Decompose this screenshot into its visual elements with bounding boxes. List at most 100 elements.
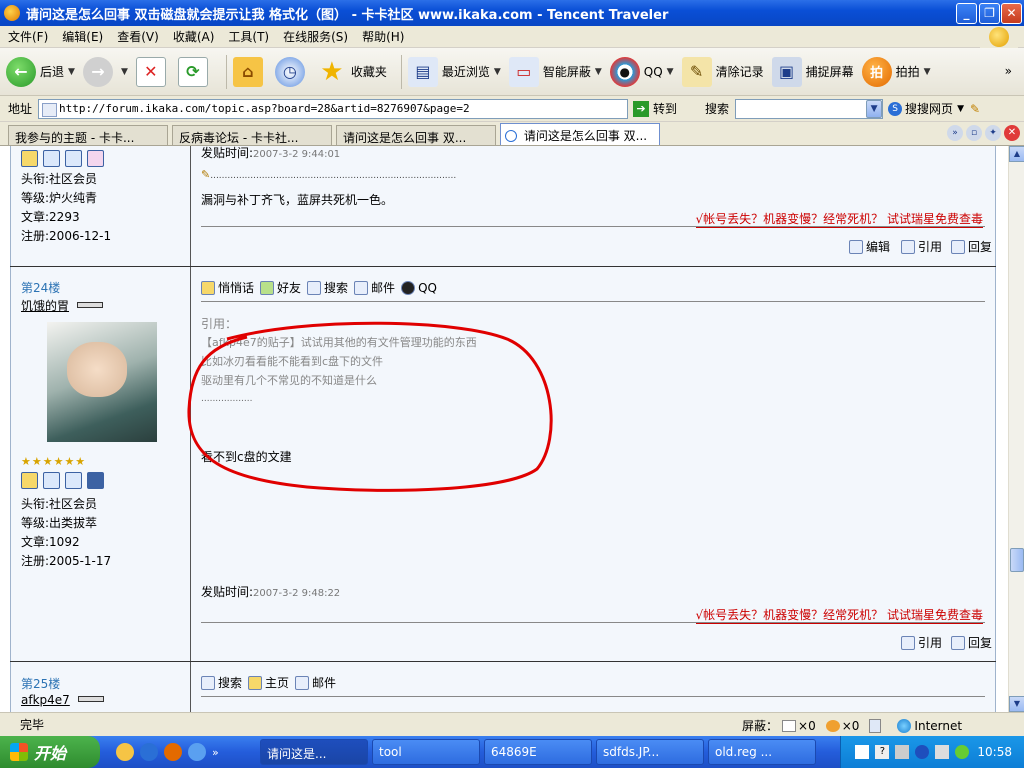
qq-dropdown-icon[interactable]: ▼ [667, 67, 674, 77]
back-button[interactable]: ← 后退 ▼ [6, 56, 75, 87]
close-button[interactable]: ✕ [1001, 3, 1022, 24]
forward-dropdown-icon[interactable]: ▼ [121, 67, 128, 77]
qq-button[interactable]: ● QQ ▼ [609, 56, 674, 87]
menu-edit[interactable]: 编辑(E) [62, 28, 103, 45]
post-author-column: 第24楼 饥饿的胃 ★★★★★★ 头衔:社区会员 等级:出类拔萃 文章:1092… [11, 267, 191, 661]
zodiac-crab-icon [65, 150, 82, 167]
media-player-icon[interactable] [164, 743, 182, 761]
menu-online-service[interactable]: 在线服务(S) [283, 28, 348, 45]
tab-antivirus-forum[interactable]: 反病毒论坛 - 卡卡社... [172, 125, 332, 145]
homepage-button[interactable]: 主页 [248, 674, 289, 691]
tab-pin-icon[interactable]: ✦ [985, 125, 1001, 141]
history-button[interactable]: ◷ [274, 56, 309, 87]
security-zone-label: Internet [914, 718, 963, 733]
tray-display-icon[interactable] [935, 745, 950, 759]
blocked-popup-icon[interactable] [782, 719, 797, 732]
private-message-button[interactable]: 悄悄话 [201, 279, 254, 296]
quick-launch-overflow-icon[interactable]: » [212, 746, 219, 759]
tab-restore-icon[interactable]: ▫ [966, 125, 982, 141]
task-old-reg[interactable]: old.reg ... [708, 739, 816, 765]
edit-post-button[interactable]: 编辑 [849, 238, 890, 255]
email-user-button[interactable]: 邮件 [295, 674, 336, 691]
search-dropdown-icon[interactable]: ▼ [866, 99, 883, 118]
user-register-date: 注册:2005-1-17 [21, 554, 112, 568]
task-64869e[interactable]: 64869E [484, 739, 592, 765]
back-dropdown-icon[interactable]: ▼ [68, 67, 75, 77]
page-content: 头衔:社区会员 等级:炉火纯青 文章:2293 注册:2006-12-1 发贴时… [0, 146, 1008, 712]
menu-view[interactable]: 查看(V) [117, 28, 159, 45]
page-scrollbar[interactable]: ▲ ▼ [1008, 146, 1024, 712]
home-button[interactable]: ⌂ [232, 56, 267, 87]
address-input[interactable]: http://forum.ikaka.com/topic.asp?board=2… [38, 98, 629, 119]
user-avatar [47, 322, 157, 442]
tray-back-icon[interactable] [915, 745, 930, 759]
search-web-dropdown-icon[interactable]: ▼ [957, 104, 964, 114]
go-button[interactable]: 转到 [653, 100, 677, 117]
tt-browser-icon[interactable] [116, 743, 134, 761]
recent-browse-button[interactable]: ▤ 最近浏览 ▼ [407, 56, 501, 87]
forward-button[interactable]: → ▼ [82, 56, 128, 87]
tab-question-active[interactable]: 请问这是怎么回事 双... [500, 123, 660, 145]
tab-close-icon[interactable]: ✕ [1004, 125, 1020, 141]
status-right-group: 屏蔽： ×0 ×0 Internet [742, 717, 962, 734]
menu-tools[interactable]: 工具(T) [228, 28, 269, 45]
minimize-button[interactable]: _ [956, 3, 977, 24]
reply-label: 回复 [968, 240, 993, 254]
qq-user-button[interactable]: QQ [401, 280, 437, 295]
ie-icon[interactable] [140, 743, 158, 761]
reply-post-button[interactable]: 回复 [951, 238, 992, 255]
scroll-down-icon[interactable]: ▼ [1009, 696, 1024, 712]
friend-icon [260, 280, 275, 295]
reply-post-button[interactable]: 回复 [951, 634, 992, 651]
task-tool-folder[interactable]: tool [372, 739, 480, 765]
floor-number: 第24楼 [21, 281, 61, 295]
menu-favorites[interactable]: 收藏(A) [173, 28, 215, 45]
menu-bar: 文件(F) 编辑(E) 查看(V) 收藏(A) 工具(T) 在线服务(S) 帮助… [0, 26, 1024, 48]
capture-screen-button[interactable]: ▣ 捕捉屏幕 [771, 56, 854, 87]
reply-icon [951, 635, 965, 650]
menu-file[interactable]: 文件(F) [8, 28, 48, 45]
scroll-up-icon[interactable]: ▲ [1009, 146, 1024, 162]
clear-history-button[interactable]: ✎ 清除记录 [681, 56, 764, 87]
tray-network-icon[interactable] [895, 745, 910, 759]
task-browser[interactable]: 请问这是... [260, 739, 368, 765]
username-link[interactable]: 饥饿的胃 [21, 299, 69, 313]
username-link[interactable]: afkp4e7 [21, 693, 70, 707]
email-user-button[interactable]: 邮件 [354, 279, 395, 296]
quote-post-button[interactable]: 引用 [901, 238, 942, 255]
stop-button[interactable]: ✕ [135, 56, 170, 87]
search-web-button[interactable]: 搜搜网页 [905, 100, 953, 117]
page-info-icon[interactable] [869, 718, 882, 733]
search-user-button[interactable]: 搜索 [201, 674, 242, 691]
toolbar-overflow-button[interactable]: » [1005, 64, 1012, 78]
search-user-button[interactable]: 搜索 [307, 279, 348, 296]
tray-help-icon[interactable]: ? [875, 745, 890, 759]
blocked-ad-icon[interactable] [825, 719, 840, 732]
signature-text: 漏洞与补丁齐飞，蓝屏共死机一色。 [201, 193, 394, 207]
recent-dropdown-icon[interactable]: ▼ [494, 67, 501, 77]
restore-button[interactable]: ❐ [979, 3, 1000, 24]
tab-question-1[interactable]: 请问这是怎么回事 双... [336, 125, 496, 145]
smart-block-button[interactable]: ▭ 智能屏蔽 ▼ [508, 56, 602, 87]
tray-qr-icon[interactable] [855, 745, 870, 759]
task-sdfds-image[interactable]: sdfds.JP... [596, 739, 704, 765]
paipai-button[interactable]: 拍 拍拍 ▼ [861, 56, 931, 87]
start-button[interactable]: 开始 [0, 736, 100, 768]
explorer-icon[interactable] [188, 743, 206, 761]
private-message-label: 悄悄话 [218, 281, 255, 295]
scroll-thumb[interactable] [1010, 548, 1024, 572]
menu-help[interactable]: 帮助(H) [362, 28, 404, 45]
quote-post-button[interactable]: 引用 [901, 634, 942, 651]
reply-icon [951, 239, 965, 254]
go-arrow-icon[interactable]: ➔ [633, 100, 650, 117]
favorites-button[interactable]: ★ 收藏夹 [317, 57, 387, 87]
highlight-pen-icon[interactable]: ✎ [970, 102, 980, 116]
tab-list-icon[interactable]: » [947, 125, 963, 141]
smartblock-dropdown-icon[interactable]: ▼ [595, 67, 602, 77]
search-input[interactable] [735, 98, 884, 119]
tray-umbrella-icon[interactable] [955, 745, 970, 759]
refresh-button[interactable]: ⟳ [177, 56, 212, 87]
paipai-dropdown-icon[interactable]: ▼ [924, 67, 931, 77]
tab-my-topics[interactable]: 我参与的主题 - 卡卡... [8, 125, 168, 145]
add-friend-button[interactable]: 好友 [260, 279, 301, 296]
